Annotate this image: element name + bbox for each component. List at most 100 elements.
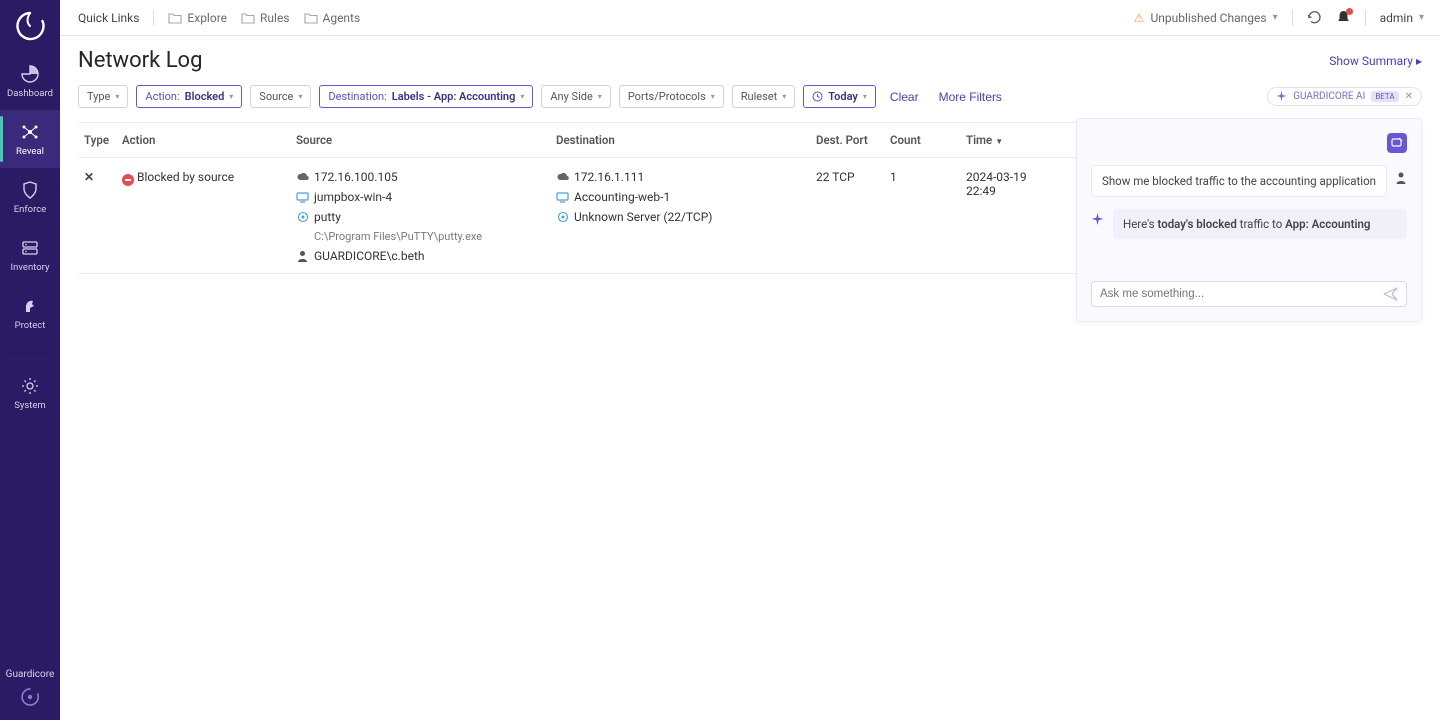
brand-name: Guardicore	[6, 669, 55, 680]
folder-icon	[304, 12, 318, 24]
filter-today[interactable]: Today ▾	[803, 85, 876, 108]
th-action[interactable]: Action	[116, 123, 290, 157]
filter-destination[interactable]: Destination: Labels - App: Accounting▾	[319, 85, 533, 108]
clock-icon	[812, 91, 823, 102]
chip-value: Labels - App: Accounting	[392, 90, 516, 103]
folder-icon	[241, 12, 255, 24]
sidebar-item-protect[interactable]: Protect	[0, 284, 60, 342]
sidebar-item-reveal[interactable]: Reveal	[0, 110, 60, 168]
unpublished-changes[interactable]: ⚠ Unpublished Changes ▾	[1134, 11, 1278, 25]
shield-icon	[20, 180, 40, 200]
sparkle-icon	[1091, 213, 1105, 227]
warning-icon: ⚠	[1134, 11, 1145, 25]
th-source[interactable]: Source	[290, 123, 550, 157]
filter-ruleset[interactable]: Ruleset▾	[732, 85, 795, 108]
new-chat-icon	[1391, 137, 1403, 149]
x-icon: ✕	[84, 170, 94, 184]
ai-text-em: today's blocked	[1157, 217, 1236, 231]
ai-input-wrap	[1091, 281, 1407, 307]
servers-icon	[20, 238, 40, 258]
chip-label: Any Side	[550, 90, 592, 103]
ai-text-part: traffic to	[1237, 217, 1285, 231]
close-icon[interactable]: ✕	[1405, 91, 1413, 102]
page-header: Network Log Show Summary ▸	[60, 36, 1440, 79]
sparkle-icon	[1276, 91, 1287, 102]
ai-text-part: Here's	[1123, 217, 1157, 231]
crumb-label: Agents	[323, 11, 361, 25]
th-port[interactable]: Dest. Port	[810, 123, 884, 157]
divider	[153, 10, 154, 26]
show-summary-link[interactable]: Show Summary ▸	[1329, 54, 1422, 68]
chip-label: Ports/Protocols	[628, 90, 706, 103]
brand-logo	[0, 0, 60, 52]
folder-icon	[168, 12, 182, 24]
gear-icon	[20, 376, 40, 396]
th-time-label: Time	[966, 133, 992, 147]
sidebar-item-label: Reveal	[16, 146, 44, 157]
topbar: Quick Links Explore Rules Agents ⚠ Unpub…	[60, 0, 1440, 36]
ai-chip[interactable]: GUARDICORE AI BETA ✕	[1267, 87, 1422, 106]
ai-chip-label: GUARDICORE AI	[1293, 91, 1365, 102]
user-label: admin	[1380, 11, 1413, 25]
chevron-down-icon: ▾	[229, 92, 233, 101]
filter-action[interactable]: Action: Blocked ▾	[136, 85, 242, 108]
filter-type[interactable]: Type▾	[78, 85, 128, 108]
quick-links-label[interactable]: Quick Links	[78, 11, 139, 25]
knight-icon	[20, 296, 40, 316]
ai-input[interactable]	[1100, 288, 1383, 300]
refresh-button[interactable]	[1307, 10, 1322, 25]
ai-user-text: Show me blocked traffic to the accountin…	[1091, 165, 1387, 197]
chip-prefix: Action:	[145, 90, 179, 103]
more-filters-button[interactable]: More Filters	[933, 90, 1008, 104]
chip-value: Today	[828, 90, 858, 103]
time-cell: 2024-03-19 22:49	[960, 158, 1040, 273]
sidebar-item-enforce[interactable]: Enforce	[0, 168, 60, 226]
monitor-icon	[296, 191, 309, 204]
sidebar-item-label: Enforce	[14, 204, 47, 215]
source-host: jumpbox-win-4	[314, 190, 392, 204]
sidebar-separator: · · · · ·· · · · ·	[0, 346, 60, 364]
crumb-label: Rules	[260, 11, 289, 25]
sidebar-item-system[interactable]: System	[0, 364, 60, 422]
notifications-button[interactable]	[1336, 10, 1351, 25]
sidebar: Dashboard Reveal Enforce Inventory Prote…	[0, 0, 60, 720]
sidebar-item-dashboard[interactable]: Dashboard	[0, 52, 60, 110]
chip-label: Source	[259, 90, 293, 103]
filters-row: Type▾ Action: Blocked▾ Source▾ Destinati…	[60, 79, 1440, 122]
filter-any-side[interactable]: Any Side ▾	[541, 85, 610, 108]
user-menu[interactable]: admin ▾	[1380, 11, 1424, 25]
send-icon[interactable]	[1383, 287, 1398, 301]
ai-new-chat-button[interactable]	[1387, 133, 1407, 153]
filter-source[interactable]: Source▾	[250, 85, 311, 108]
ai-panel: Show me blocked traffic to the accountin…	[1076, 118, 1422, 322]
filter-ports[interactable]: Ports/Protocols ▾	[619, 85, 724, 108]
sidebar-item-inventory[interactable]: Inventory	[0, 226, 60, 284]
crumb-rules[interactable]: Rules	[241, 11, 289, 25]
source-user: GUARDICORE\c.beth	[314, 249, 424, 263]
process-icon	[556, 211, 569, 224]
chevron-down-icon: ▾	[711, 92, 715, 101]
crumb-label: Explore	[187, 11, 227, 25]
cloud-icon	[296, 171, 309, 184]
ai-user-message: Show me blocked traffic to the accountin…	[1091, 165, 1407, 197]
sidebar-item-label: Protect	[15, 320, 46, 331]
port-cell: 22 TCP	[810, 158, 884, 273]
chevron-down-icon: ▾	[1419, 12, 1424, 23]
notification-dot	[1346, 8, 1353, 15]
chip-prefix: Destination:	[328, 90, 386, 103]
chevron-down-icon: ▾	[598, 92, 602, 101]
chip-label: Type	[87, 90, 110, 103]
th-type[interactable]: Type	[78, 123, 116, 157]
chip-label: Ruleset	[741, 90, 777, 103]
cloud-icon	[556, 171, 569, 184]
dest-service: Unknown Server (22/TCP)	[574, 210, 713, 224]
chip-value: Blocked	[185, 90, 225, 103]
th-count[interactable]: Count	[884, 123, 960, 157]
process-icon	[296, 211, 309, 224]
clear-filters-button[interactable]: Clear	[884, 90, 925, 104]
crumb-explore[interactable]: Explore	[168, 11, 227, 25]
th-destination[interactable]: Destination	[550, 123, 810, 157]
user-icon	[296, 250, 309, 263]
crumb-agents[interactable]: Agents	[304, 11, 361, 25]
chevron-down-icon: ▾	[863, 92, 867, 101]
